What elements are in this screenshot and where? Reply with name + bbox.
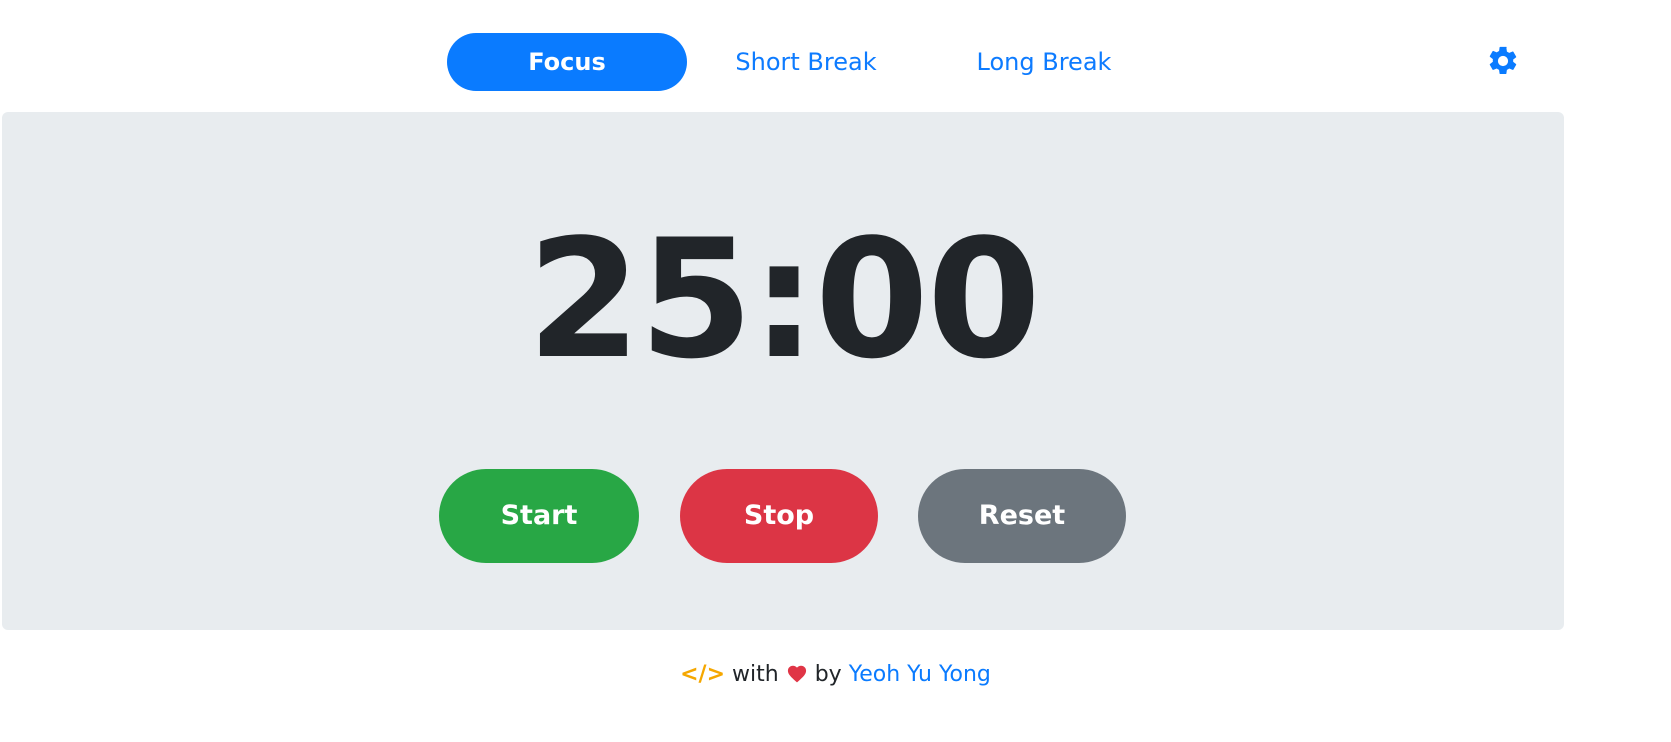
footer-with-text: with [732,662,779,687]
reset-button[interactable]: Reset [918,469,1126,563]
timer-panel: 25:00 Start Stop Reset [2,112,1564,630]
timer-display: 25:00 [526,204,1041,395]
mode-tabs: Focus Short Break Long Break [0,33,1671,91]
tab-long-break[interactable]: Long Break [924,33,1164,91]
tab-focus[interactable]: Focus [447,33,687,91]
heart-icon [786,662,815,687]
start-button[interactable]: Start [439,469,639,563]
stop-button[interactable]: Stop [680,469,878,563]
gear-icon[interactable] [1486,44,1520,78]
author-link[interactable]: Yeoh Yu Yong [849,662,991,687]
code-icon: </> [680,662,726,687]
footer-by-text: by [814,662,842,687]
footer: </> with by Yeoh Yu Yong [0,662,1671,687]
tab-short-break[interactable]: Short Break [688,33,924,91]
